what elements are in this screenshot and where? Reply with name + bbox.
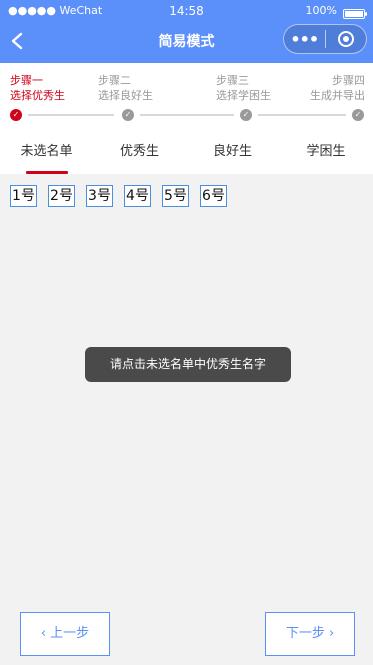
student-chip[interactable]: 6号 <box>200 185 227 207</box>
step-1-desc: 选择优秀生 <box>10 89 65 102</box>
step-3-check-icon: ✓ <box>240 109 252 121</box>
header-bar: ●●●●● WeChat 14:58 100% 简易模式 ••• <box>0 0 373 63</box>
student-list: 1号 2号 3号 4号 5号 6号 <box>10 185 227 207</box>
next-step-label: 下一步 <box>285 626 325 641</box>
miniprogram-capsule: ••• <box>283 24 367 54</box>
student-chip[interactable]: 2号 <box>48 185 75 207</box>
step-2-desc: 选择良好生 <box>98 89 153 102</box>
chevron-right-icon: › <box>324 626 335 641</box>
hint-toast: 请点击未选名单中优秀生名字 <box>85 347 291 382</box>
more-menu-button[interactable]: ••• <box>284 30 325 49</box>
step-3: 步骤三 选择学困生 <box>216 73 271 103</box>
student-chip[interactable]: 1号 <box>10 185 37 207</box>
tab-excellent[interactable]: 优秀生 <box>93 133 186 174</box>
step-connector <box>28 114 114 116</box>
target-icon <box>337 31 354 47</box>
chevron-left-icon: ‹ <box>40 626 51 641</box>
tab-unselected[interactable]: 未选名单 <box>0 133 93 174</box>
step-4-title: 步骤四 <box>332 74 365 87</box>
status-bar: ●●●●● WeChat 14:58 100% <box>0 0 373 22</box>
battery-percent: 100% <box>305 4 337 17</box>
step-connector <box>258 114 346 116</box>
step-1-check-icon: ✓ <box>10 109 22 121</box>
step-2-check-icon: ✓ <box>122 109 134 121</box>
active-tab-indicator <box>26 171 68 174</box>
step-2-title: 步骤二 <box>98 74 131 87</box>
step-progress: 步骤一 选择优秀生 步骤二 选择良好生 步骤三 选择学困生 步骤四 生成并导出 … <box>0 63 373 133</box>
category-tabs: 未选名单 优秀生 良好生 学困生 <box>0 133 373 174</box>
next-step-button[interactable]: 下一步 › <box>265 612 355 656</box>
step-3-desc: 选择学困生 <box>216 89 271 102</box>
student-chip[interactable]: 4号 <box>124 185 151 207</box>
step-3-title: 步骤三 <box>216 74 249 87</box>
battery-icon <box>343 9 367 19</box>
step-connector <box>140 114 234 116</box>
student-chip[interactable]: 5号 <box>162 185 189 207</box>
step-4-check-icon: ✓ <box>352 109 364 121</box>
step-4: 步骤四 生成并导出 <box>310 73 365 103</box>
step-4-desc: 生成并导出 <box>310 89 365 102</box>
step-1-title: 步骤一 <box>10 74 43 87</box>
prev-step-label: 上一步 <box>50 626 90 641</box>
tab-struggling[interactable]: 学困生 <box>279 133 373 174</box>
close-miniprogram-button[interactable] <box>325 31 366 47</box>
tab-good[interactable]: 良好生 <box>186 133 279 174</box>
prev-step-button[interactable]: ‹ 上一步 <box>20 612 110 656</box>
battery-indicator: 100% <box>305 0 367 22</box>
step-2: 步骤二 选择良好生 <box>98 73 153 103</box>
step-1: 步骤一 选择优秀生 <box>10 73 65 103</box>
student-chip[interactable]: 3号 <box>86 185 113 207</box>
